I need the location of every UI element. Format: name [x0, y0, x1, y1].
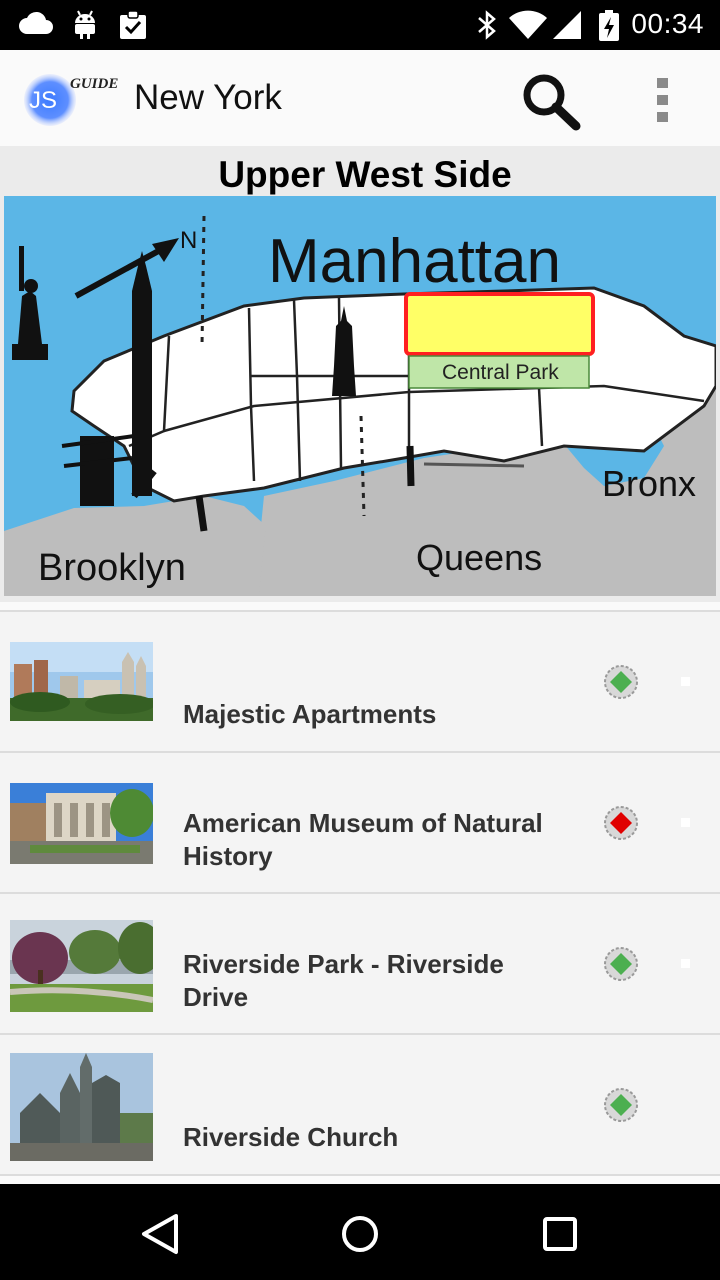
place-name: American Museum of Natural History [183, 808, 543, 871]
indicator-dot [681, 818, 690, 827]
back-icon[interactable] [128, 1204, 188, 1264]
android-icon [75, 10, 95, 39]
status-time: 00:34 [631, 8, 704, 39]
map-marker-icon[interactable] [603, 1087, 639, 1123]
list-item[interactable]: American Museum of Natural History [0, 753, 720, 894]
place-thumbnail [10, 783, 153, 864]
manhattan-map[interactable]: Central Park N Manhattan Bronx Brooklyn … [4, 196, 716, 596]
map-marker-icon[interactable] [603, 664, 639, 700]
cell-signal-icon [553, 11, 581, 39]
list-item[interactable]: Riverside Church [0, 1035, 720, 1176]
indicator-dot [681, 959, 690, 968]
indicator-dot [681, 677, 690, 686]
place-thumbnail [10, 1053, 153, 1161]
search-icon[interactable] [518, 72, 584, 132]
logo-text: JS [29, 87, 57, 114]
place-name: Majestic Apartments [183, 699, 437, 729]
recents-icon[interactable] [530, 1204, 590, 1264]
clipboard-check-icon [120, 10, 146, 39]
map-label-north: N [180, 227, 197, 254]
list-item[interactable]: Riverside Park - Riverside Drive [0, 894, 720, 1035]
wifi-icon [509, 10, 547, 39]
navigation-bar [0, 1184, 720, 1280]
place-thumbnail [10, 920, 153, 1012]
bluetooth-icon [478, 10, 496, 40]
battery-charging-icon [599, 10, 619, 41]
neighborhood-section: Upper West Side Central Park N Manhattan… [0, 146, 720, 602]
map-label-queens: Queens [416, 537, 542, 578]
status-bar: 00:34 [0, 0, 720, 50]
map-label-brooklyn: Brooklyn [38, 547, 186, 589]
map-label-manhattan: Manhattan [268, 227, 561, 296]
map-label-bronx: Bronx [602, 463, 696, 504]
map-marker-icon[interactable] [603, 805, 639, 841]
home-icon[interactable] [330, 1204, 390, 1264]
map-label-central-park: Central Park [442, 361, 559, 384]
cloud-icon [19, 11, 53, 34]
app-title: New York [134, 78, 282, 117]
skyscraper-icon [132, 251, 152, 496]
overflow-menu-icon[interactable] [640, 72, 686, 128]
place-name: Riverside Park - Riverside Drive [183, 949, 504, 1012]
map-marker-icon[interactable] [603, 946, 639, 982]
list-item[interactable]: Majestic Apartments [0, 612, 720, 753]
app-bar: JS GUIDE New York [0, 50, 720, 146]
logo-subtext: GUIDE [70, 76, 118, 92]
place-name: Riverside Church [183, 1122, 399, 1152]
place-thumbnail [10, 642, 153, 721]
section-title: Upper West Side [218, 154, 512, 195]
app-logo[interactable]: JS GUIDE [24, 72, 124, 128]
